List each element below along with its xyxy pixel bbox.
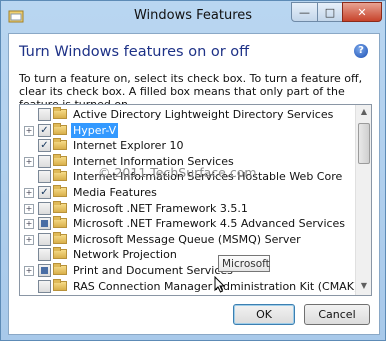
expand-icon[interactable]: + (24, 125, 34, 136)
dialog-heading: Turn Windows features on or off (19, 44, 250, 60)
windows-features-window: Windows Features — □ ✕ Turn Windows feat… (0, 0, 386, 341)
folder-icon (53, 138, 67, 151)
cancel-button[interactable]: Cancel (304, 304, 370, 325)
feature-checkbox[interactable] (38, 232, 51, 246)
feature-checkbox[interactable]: ✓ (38, 139, 51, 153)
maximize-button[interactable]: □ (317, 2, 343, 22)
mouse-cursor-icon (214, 276, 226, 293)
title-bar[interactable]: Windows Features — □ ✕ (1, 1, 385, 33)
vertical-scrollbar[interactable]: ▲ ▼ (355, 105, 371, 295)
expand-icon[interactable]: + (24, 219, 34, 230)
dialog-content: Turn Windows features on or off ? To tur… (8, 33, 380, 335)
folder-icon (53, 107, 67, 119)
close-button[interactable]: ✕ (342, 2, 382, 22)
feature-label[interactable]: Hyper-V (71, 122, 119, 138)
feature-checkbox[interactable] (38, 279, 51, 293)
folder-icon (53, 169, 67, 182)
feature-row[interactable]: + ✓ Hyper-V (20, 122, 354, 138)
feature-row[interactable]: Active Directory Lightweight Directory S… (20, 107, 354, 122)
feature-checkbox[interactable] (38, 264, 51, 277)
feature-label[interactable]: Network Projection (73, 247, 177, 262)
feature-row[interactable]: + ✓ Media Features (20, 185, 354, 200)
expand-icon[interactable]: + (24, 234, 34, 245)
feature-row[interactable]: RAS Connection Manager Administration Ki… (20, 278, 358, 294)
feature-label[interactable]: Microsoft .NET Framework 4.5 Advanced Se… (73, 216, 345, 231)
feature-checkbox[interactable] (38, 170, 51, 184)
minimize-button[interactable]: — (291, 2, 318, 22)
folder-icon (53, 122, 67, 135)
feature-checkbox[interactable] (38, 108, 51, 121)
expand-icon[interactable]: + (24, 266, 34, 276)
feature-row[interactable]: + Print and Document Services (20, 263, 354, 278)
scroll-up-icon[interactable]: ▲ (359, 107, 369, 117)
expand-icon[interactable]: + (24, 203, 34, 214)
folder-icon (53, 185, 67, 197)
feature-checkbox[interactable] (38, 201, 51, 215)
feature-checkbox[interactable] (38, 154, 51, 168)
feature-row[interactable]: Network Projection (20, 247, 354, 262)
feature-checkbox[interactable]: ✓ (38, 123, 51, 137)
folder-icon (53, 153, 67, 166)
feature-label[interactable]: Media Features (73, 185, 157, 200)
watermark-text: © 2011 TechSurface.com (98, 165, 257, 180)
scrollbar-thumb[interactable] (358, 123, 370, 164)
help-icon[interactable]: ? (354, 44, 368, 58)
feature-checkbox[interactable] (38, 217, 51, 231)
folder-icon (53, 278, 67, 291)
feature-row[interactable]: ✓ Internet Explorer 10 (20, 138, 354, 153)
folder-icon (53, 200, 67, 213)
feature-label[interactable]: Microsoft .NET Framework 3.5.1 (73, 201, 248, 216)
feature-label[interactable]: Active Directory Lightweight Directory S… (73, 107, 333, 122)
expand-icon[interactable]: + (24, 156, 34, 167)
folder-icon (53, 263, 67, 275)
feature-checkbox[interactable] (38, 248, 51, 262)
feature-row[interactable]: + Microsoft Message Queue (MSMQ) Server (20, 231, 354, 247)
feature-row[interactable]: + Microsoft .NET Framework 4.5 Advanced S… (20, 216, 354, 231)
feature-label[interactable]: Internet Explorer 10 (73, 138, 183, 153)
feature-checkbox[interactable]: ✓ (38, 186, 51, 199)
feature-label[interactable]: Print and Document Services (73, 263, 233, 278)
folder-icon (53, 216, 67, 229)
ok-button[interactable]: OK (233, 304, 295, 325)
folder-icon (53, 231, 67, 244)
feature-label[interactable]: Microsoft Message Queue (MSMQ) Server (73, 232, 301, 247)
features-tree[interactable]: Active Directory Lightweight Directory S… (19, 104, 372, 296)
feature-row[interactable]: + Microsoft .NET Framework 3.5.1 (20, 200, 354, 216)
tooltip: Microsoft (218, 255, 270, 272)
scroll-down-icon[interactable]: ▼ (359, 281, 369, 291)
folder-icon (53, 247, 67, 260)
expand-icon[interactable]: + (24, 188, 34, 198)
